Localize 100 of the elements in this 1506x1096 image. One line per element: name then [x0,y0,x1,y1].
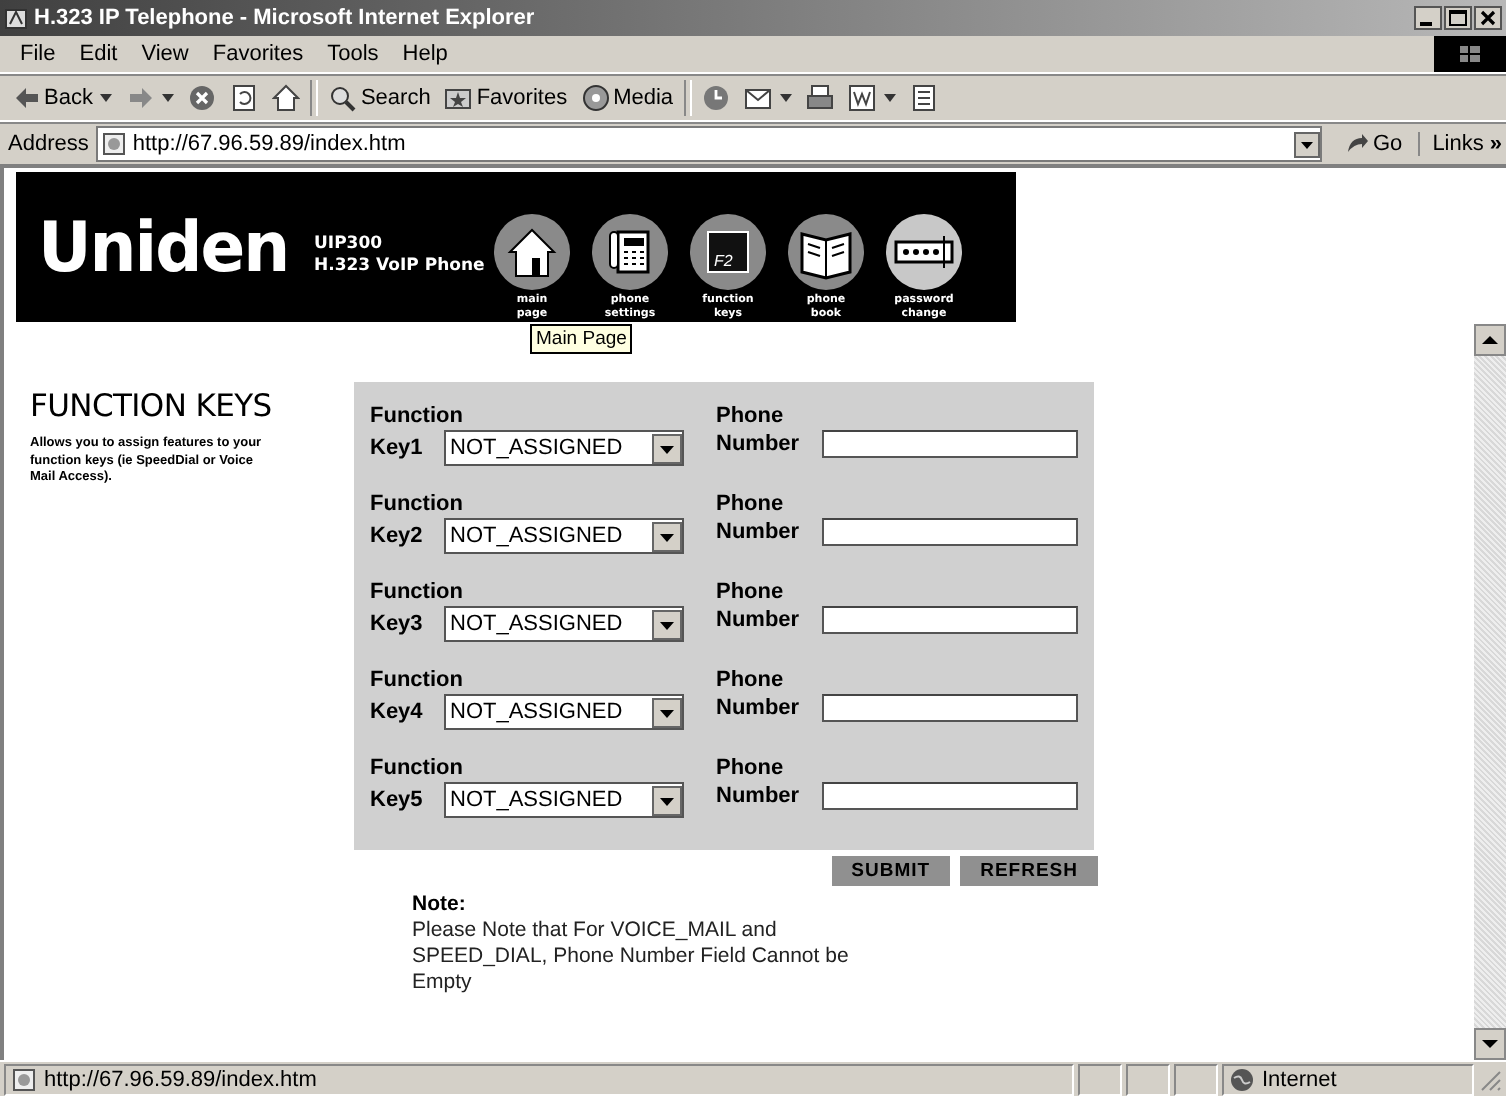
toolbar-label: Search [360,86,431,110]
status-pane [1078,1063,1122,1095]
page-heading: FUNCTION KEYS [30,388,274,424]
resize-grip-icon[interactable] [1478,1067,1502,1091]
tooltip: Main Page [530,324,633,354]
toolbar-button[interactable]: Search [324,84,435,112]
toolbar-button[interactable]: Media [577,84,678,112]
toolbar-button[interactable]: Back [8,84,117,112]
refresh-button[interactable]: REFRESH [960,856,1098,886]
phone-number-field[interactable] [822,606,1078,634]
field-label: Phone [716,578,786,606]
toolbar-button[interactable] [739,84,796,112]
house-icon[interactable] [494,214,570,290]
scroll-down-icon[interactable] [1474,1028,1506,1060]
model-name: UIP300 [314,233,385,255]
caret-icon [779,94,792,102]
globe-icon [1230,1067,1254,1091]
window-title: H.323 IP Telephone - Microsoft Internet Explorer [34,6,537,30]
toolbar-button[interactable]: Favorites [440,84,572,112]
address-label: Address [8,132,89,156]
menu-item[interactable]: File [8,42,68,66]
submit-button[interactable]: SUBMIT [831,856,951,886]
toolbar-button[interactable] [801,84,838,112]
go-button[interactable]: Go [1329,132,1421,156]
caret-icon [883,94,896,102]
field-label: Phone [716,754,786,782]
links-button[interactable]: Links [1432,132,1484,156]
toolbar-label: Media [613,86,674,110]
note-text: Please Note that For VOICE_MAIL and SPEED_DIAL, Phone Number Field Cannot be Empty [412,918,851,996]
status-text: http://67.96.59.89/index.htm [44,1067,317,1091]
select-value: NOT_ASSIGNED [450,700,623,724]
field-label: Function [370,666,465,694]
field-label: Function [370,490,465,518]
menu-item[interactable]: Tools [315,42,391,66]
page-icon [12,1067,36,1091]
maximize-icon[interactable] [1444,6,1472,30]
caret-icon [162,94,175,102]
field-label: Function [370,578,465,606]
field-label: Function [370,402,465,430]
field-label: Key1 [370,434,425,462]
field-label: Function [370,754,465,782]
toolbar-button[interactable] [843,84,900,112]
envelope-icon [743,84,772,112]
minimize-icon[interactable] [1414,6,1442,30]
field-label: Number [716,518,802,546]
note-title: Note: [412,892,468,918]
brand-logo: Uniden [36,206,291,288]
search-icon [328,84,357,112]
field-label: Key3 [370,610,425,638]
document-icon [847,84,876,112]
refresh-icon [230,84,259,112]
select-value: NOT_ASSIGNED [450,612,623,636]
field-label: Number [716,782,802,810]
function-select[interactable]: NOT_ASSIGNED [444,694,684,730]
status-pane [1126,1063,1170,1095]
phone-number-field[interactable] [822,694,1078,722]
go-arrow-icon [1345,132,1369,156]
home-icon [272,84,301,112]
app-icon [4,6,28,30]
phone-number-field[interactable] [822,782,1078,810]
function-select[interactable]: NOT_ASSIGNED [444,606,684,642]
key-icon[interactable]: F2 [690,214,766,290]
menu-item[interactable]: Favorites [200,42,316,66]
function-select[interactable]: NOT_ASSIGNED [444,430,684,466]
field-label: Phone [716,402,786,430]
clock-icon [701,84,730,112]
menu-item[interactable]: Help [390,42,460,66]
printer-icon [805,84,834,112]
toolbar-button[interactable] [268,84,305,112]
function-select[interactable]: NOT_ASSIGNED [444,782,684,818]
close-icon[interactable] [1474,6,1502,30]
book-icon[interactable] [788,214,864,290]
star-folder-icon [444,84,473,112]
stop-icon [188,84,217,112]
field-label: Phone [716,490,786,518]
toolbar-label: Favorites [476,86,568,110]
select-value: NOT_ASSIGNED [450,788,623,812]
address-field[interactable]: http://67.96.59.89/index.htm [96,126,1321,162]
phone-number-field[interactable] [822,518,1078,546]
page-icon [102,132,127,156]
field-label: Number [716,694,802,722]
scroll-up-icon[interactable] [1474,324,1506,356]
forward-arrow-icon [126,84,155,112]
windows-flag-icon [1458,44,1482,64]
vertical-scrollbar[interactable] [1474,324,1506,1060]
telephone-icon[interactable] [592,214,668,290]
field-label: Key5 [370,786,425,814]
field-label: Key4 [370,698,425,726]
more-links-button[interactable]: » [1489,132,1502,156]
function-select[interactable]: NOT_ASSIGNED [444,518,684,554]
select-value: NOT_ASSIGNED [450,524,623,548]
field-label: Key2 [370,522,425,550]
product-name: H.323 VoIP Phone [314,255,487,277]
menu-item[interactable]: View [129,42,201,66]
menu-item[interactable]: Edit [67,42,130,66]
status-pane [1174,1063,1218,1095]
phone-number-field[interactable] [822,430,1078,458]
address-text: http://67.96.59.89/index.htm [132,132,406,156]
password-field-icon[interactable] [886,214,962,290]
note-icon [909,84,938,112]
